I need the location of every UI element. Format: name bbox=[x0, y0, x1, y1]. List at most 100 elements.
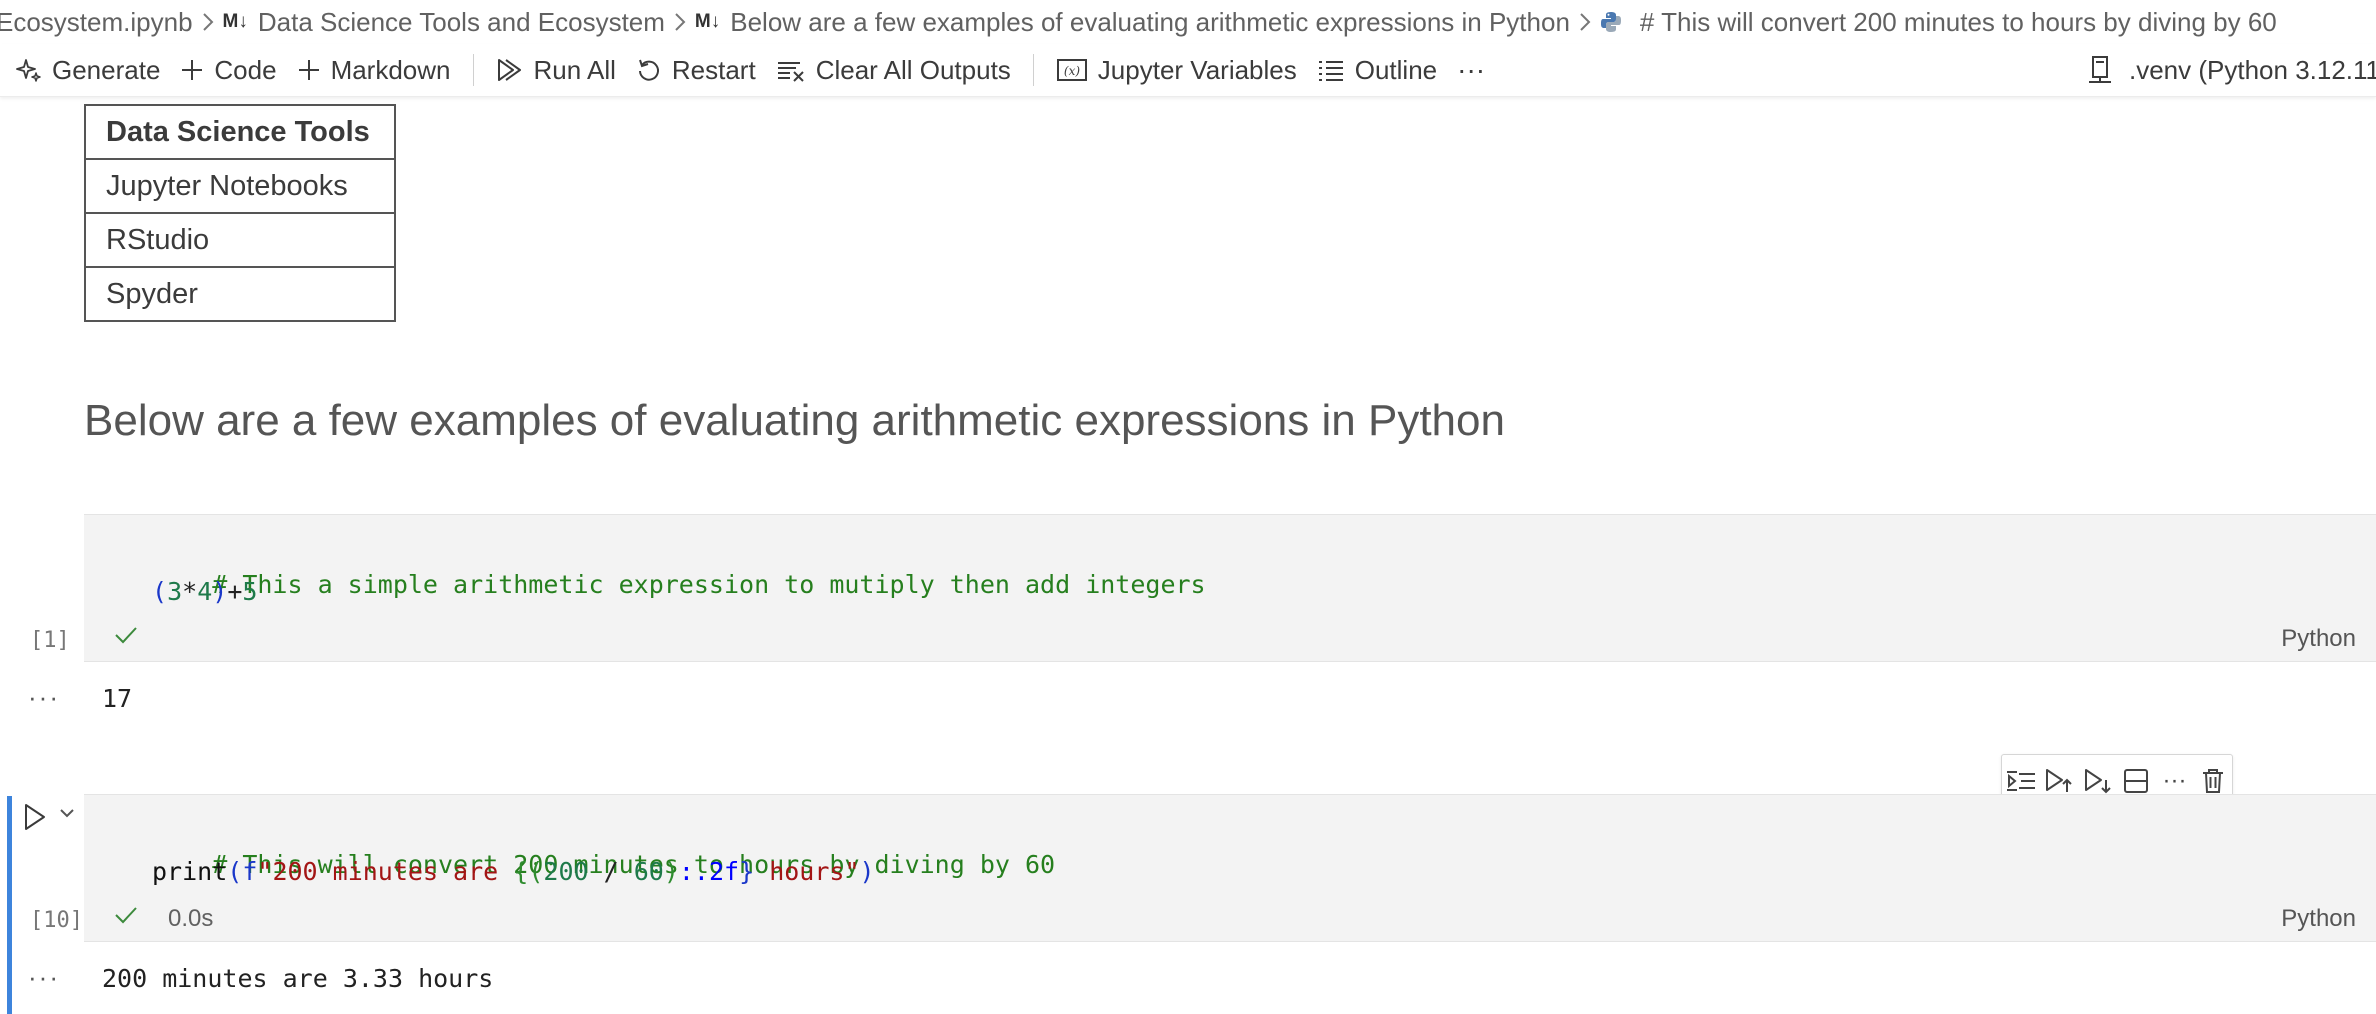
markdown-heading: Below are a few examples of evaluating a… bbox=[84, 396, 1505, 445]
code-token: print bbox=[152, 857, 228, 886]
table-header-cell: Data Science Tools bbox=[84, 104, 396, 160]
run-cell-and-above-button[interactable] bbox=[2042, 764, 2076, 798]
more-icon: ··· bbox=[1457, 54, 1486, 85]
notebook-toolbar: Generate Code Markdown Run All Restart C… bbox=[0, 44, 2376, 97]
checkmark-icon bbox=[114, 905, 138, 925]
outline-label: Outline bbox=[1354, 54, 1438, 85]
code-token: 5 bbox=[242, 577, 258, 606]
breadcrumb-item-file[interactable]: Ecosystem.ipynb bbox=[0, 7, 193, 38]
kernel-label: .venv (Python 3.12.11) bbox=[2129, 54, 2376, 85]
add-markdown-cell-button[interactable]: Markdown bbox=[287, 50, 461, 90]
table-header-row: Data Science Tools bbox=[84, 104, 396, 160]
markdown-icon: M↓ bbox=[222, 11, 248, 32]
table-cell: Spyder bbox=[84, 266, 396, 322]
markdown-icon: M↓ bbox=[694, 11, 721, 32]
code-token: + bbox=[227, 577, 243, 606]
code-token: 60 bbox=[633, 857, 664, 886]
cell-output: 200 minutes are 3.33 hours bbox=[102, 964, 494, 993]
jupyter-variables-button[interactable]: (x) Jupyter Variables bbox=[1046, 50, 1307, 90]
breadcrumb: Ecosystem.ipynb M↓ Data Science Tools an… bbox=[0, 0, 2376, 44]
breadcrumb-label: # This will convert 200 minutes to hours… bbox=[1639, 6, 2277, 37]
run-cell-and-below-button[interactable] bbox=[2081, 764, 2115, 798]
code-cell-editor[interactable]: # This will convert 200 minutes to hours… bbox=[84, 794, 2376, 942]
cell-output: 17 bbox=[102, 684, 133, 713]
markdown-label: Markdown bbox=[330, 54, 451, 85]
code-token: hours" bbox=[754, 857, 860, 886]
table-cell: Jupyter Notebooks bbox=[84, 158, 396, 214]
breadcrumb-item-section[interactable]: M↓ Data Science Tools and Ecosystem bbox=[223, 7, 665, 38]
output-more-icon[interactable]: ··· bbox=[28, 682, 60, 713]
code-token: "200 minutes are bbox=[257, 857, 514, 886]
server-environment-icon bbox=[2089, 56, 2111, 83]
toolbar-divider bbox=[1032, 54, 1034, 86]
clear-all-outputs-button[interactable]: Clear All Outputs bbox=[766, 50, 1021, 90]
run-all-button[interactable]: Run All bbox=[486, 50, 626, 90]
kernel-picker[interactable]: .venv (Python 3.12.11) bbox=[2077, 44, 2376, 96]
more-actions-button[interactable]: ··· bbox=[1447, 50, 1495, 90]
code-token: { bbox=[513, 857, 529, 886]
code-comment: # This a simple arithmetic expression to… bbox=[212, 570, 1206, 599]
breadcrumb-label: Below are a few examples of evaluating a… bbox=[730, 6, 1570, 37]
code-token: ( bbox=[152, 577, 168, 606]
code-token: ) bbox=[212, 577, 228, 606]
split-cell-button[interactable] bbox=[2119, 764, 2153, 798]
restart-label: Restart bbox=[671, 54, 756, 85]
code-line: (3*4)+5 bbox=[152, 577, 257, 606]
delete-cell-button[interactable] bbox=[2196, 764, 2230, 798]
more-icon: ··· bbox=[2162, 767, 2187, 794]
execute-above-cells-button[interactable] bbox=[2004, 764, 2038, 798]
more-cell-actions-button[interactable]: ··· bbox=[2157, 764, 2191, 798]
code-line: # This a simple arithmetic expression to… bbox=[152, 541, 1206, 628]
clear-outputs-label: Clear All Outputs bbox=[815, 54, 1011, 85]
plus-icon bbox=[182, 60, 203, 80]
run-up-icon bbox=[2046, 769, 2073, 792]
split-cell-icon bbox=[2124, 769, 2149, 793]
plus-icon bbox=[298, 60, 319, 80]
execution-options-chevron-icon[interactable] bbox=[58, 806, 76, 825]
breadcrumb-item-code-cell[interactable]: # This will convert 200 minutes to hours… bbox=[1600, 7, 2277, 38]
play-icon bbox=[25, 804, 45, 830]
clear-all-icon bbox=[777, 62, 804, 82]
focused-cell-indicator bbox=[7, 796, 12, 1014]
table-row: Spyder bbox=[84, 266, 396, 322]
code-token: / bbox=[588, 857, 634, 886]
svg-text:(x): (x) bbox=[1064, 64, 1080, 78]
code-token: 3 bbox=[167, 577, 183, 606]
table-row: RStudio bbox=[84, 212, 396, 268]
code-cell-editor[interactable]: # This a simple arithmetic expression to… bbox=[84, 514, 2376, 662]
python-icon bbox=[1600, 11, 1622, 33]
code-token: 200 bbox=[543, 857, 589, 886]
cell-language-label[interactable]: Python bbox=[2281, 905, 2356, 933]
code-line: print(f"200 minutes are {(200 / 60):.2f}… bbox=[152, 857, 875, 886]
table-row: Jupyter Notebooks bbox=[84, 158, 396, 214]
cell-language-label[interactable]: Python bbox=[2281, 625, 2356, 653]
tools-table: Data Science Tools Jupyter Notebooks RSt… bbox=[84, 104, 396, 322]
run-all-label: Run All bbox=[533, 54, 616, 85]
code-token: ) bbox=[859, 857, 875, 886]
trash-icon bbox=[2202, 769, 2223, 793]
chevron-right-icon bbox=[1578, 12, 1592, 32]
execution-count: [10] bbox=[30, 908, 83, 933]
add-code-cell-button[interactable]: Code bbox=[170, 50, 286, 90]
breadcrumb-label: Ecosystem.ipynb bbox=[0, 6, 193, 37]
output-more-icon[interactable]: ··· bbox=[28, 962, 60, 993]
code-token: :.2f bbox=[678, 857, 740, 886]
restart-icon bbox=[638, 59, 659, 81]
chevron-right-icon bbox=[201, 12, 215, 32]
restart-button[interactable]: Restart bbox=[626, 50, 766, 90]
run-down-icon bbox=[2084, 769, 2111, 794]
execution-time: 0.0s bbox=[168, 905, 214, 932]
code-token: ( bbox=[528, 857, 544, 886]
generate-button[interactable]: Generate bbox=[6, 50, 170, 90]
generate-label: Generate bbox=[52, 54, 161, 85]
code-token: ( bbox=[227, 857, 243, 886]
table-cell: RStudio bbox=[84, 212, 396, 268]
outline-button[interactable]: Outline bbox=[1307, 50, 1447, 90]
code-token: 4 bbox=[197, 577, 213, 606]
checkmark-icon bbox=[114, 625, 138, 645]
code-token: * bbox=[182, 577, 198, 606]
variables-icon: (x) bbox=[1056, 59, 1087, 81]
code-label: Code bbox=[214, 54, 277, 85]
run-cell-button[interactable] bbox=[22, 802, 48, 832]
breadcrumb-item-heading[interactable]: M↓ Below are a few examples of evaluatin… bbox=[695, 7, 1570, 38]
